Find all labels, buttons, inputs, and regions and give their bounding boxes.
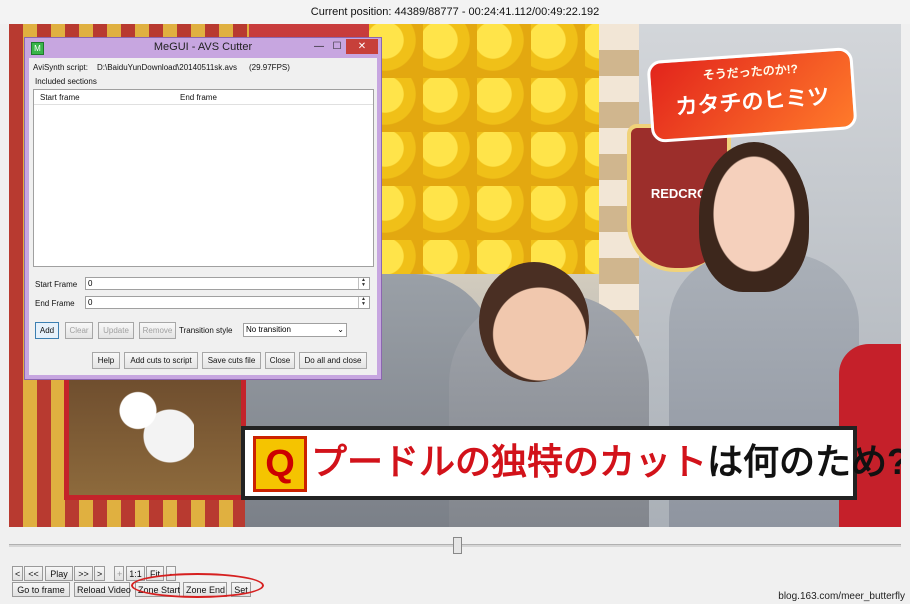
prev-frame-button[interactable]: < bbox=[12, 566, 23, 581]
start-frame-label: Start Frame bbox=[35, 280, 78, 289]
go-to-frame-button[interactable]: Go to frame bbox=[12, 582, 70, 597]
included-sections-label: Included sections bbox=[35, 77, 97, 86]
person-right-head bbox=[699, 142, 809, 292]
close-icon[interactable]: ✕ bbox=[346, 39, 378, 54]
play-button[interactable]: Play bbox=[45, 566, 73, 581]
sections-list[interactable]: Start frame End frame bbox=[33, 89, 374, 267]
poodle-inset-image bbox=[64, 370, 246, 500]
column-start-frame[interactable]: Start frame bbox=[40, 93, 80, 102]
sections-list-header: Start frame End frame bbox=[34, 90, 373, 105]
remove-button[interactable]: Remove bbox=[139, 322, 176, 339]
start-frame-field[interactable]: 0 ▲ ▼ bbox=[85, 277, 370, 290]
start-frame-value: 0 bbox=[88, 279, 93, 288]
dialog-body: AviSynth script: D:\BaiduYunDownload\201… bbox=[29, 58, 377, 375]
close-button[interactable]: Close bbox=[265, 352, 295, 369]
avs-cutter-dialog: M MeGUI - AVS Cutter — ☐ ✕ AviSynth scri… bbox=[24, 37, 382, 380]
minimize-icon[interactable]: — bbox=[311, 39, 327, 54]
transition-style-value: No transition bbox=[246, 325, 291, 334]
question-mark-badge: Q bbox=[253, 436, 307, 492]
question-text-black: は何のため? bbox=[707, 441, 901, 482]
seek-bar[interactable] bbox=[9, 532, 901, 558]
update-button[interactable]: Update bbox=[98, 322, 134, 339]
fast-forward-button[interactable]: >> bbox=[74, 566, 93, 581]
show-logo: そうだったのか!? カタチのヒミツ bbox=[646, 46, 858, 144]
script-label: AviSynth script: bbox=[33, 63, 88, 72]
highlight-annotation-ellipse bbox=[131, 573, 264, 598]
question-caption: Q プードルの独特のカットは何のため? bbox=[241, 426, 901, 500]
transition-style-label: Transition style bbox=[179, 326, 233, 335]
end-frame-field[interactable]: 0 ▲ ▼ bbox=[85, 296, 370, 309]
end-frame-value: 0 bbox=[88, 298, 93, 307]
add-button[interactable]: Add bbox=[35, 322, 59, 339]
seek-thumb[interactable] bbox=[453, 537, 462, 554]
position-status: Current position: 44389/88777 - 00:24:41… bbox=[0, 0, 910, 24]
dialog-title: MeGUI - AVS Cutter bbox=[153, 41, 253, 53]
dialog-titlebar[interactable]: M MeGUI - AVS Cutter — ☐ ✕ bbox=[25, 38, 381, 58]
maximize-icon[interactable]: ☐ bbox=[329, 39, 345, 54]
question-text: プードルの独特のカットは何のため? bbox=[311, 436, 901, 488]
studio-backdrop-circles bbox=[369, 24, 609, 274]
watermark-text: blog.163.com/meer_butterfly bbox=[778, 591, 905, 602]
script-path: D:\BaiduYunDownload\20140511sk.avs bbox=[97, 63, 237, 72]
next-frame-button[interactable]: > bbox=[94, 566, 105, 581]
transition-style-select[interactable]: No transition ⌄ bbox=[243, 323, 347, 337]
chevron-down-icon: ⌄ bbox=[337, 325, 344, 334]
rewind-button[interactable]: << bbox=[24, 566, 43, 581]
help-button[interactable]: Help bbox=[92, 352, 120, 369]
script-fps: (29.97FPS) bbox=[249, 63, 290, 72]
add-cuts-to-script-button[interactable]: Add cuts to script bbox=[124, 352, 198, 369]
question-text-red: プードルの独特のカット bbox=[311, 441, 708, 482]
spin-arrows-icon[interactable]: ▲ ▼ bbox=[358, 278, 368, 289]
poodle-figure bbox=[114, 385, 194, 470]
column-end-frame[interactable]: End frame bbox=[180, 93, 217, 102]
person-center-head bbox=[479, 262, 589, 382]
zoom-in-button[interactable]: + bbox=[114, 566, 124, 581]
clear-button[interactable]: Clear bbox=[65, 322, 93, 339]
do-all-and-close-button[interactable]: Do all and close bbox=[299, 352, 367, 369]
reload-video-button[interactable]: Reload Video bbox=[74, 582, 131, 597]
end-frame-label: End Frame bbox=[35, 299, 75, 308]
spin-arrows-icon[interactable]: ▲ ▼ bbox=[358, 297, 368, 308]
save-cuts-file-button[interactable]: Save cuts file bbox=[202, 352, 261, 369]
